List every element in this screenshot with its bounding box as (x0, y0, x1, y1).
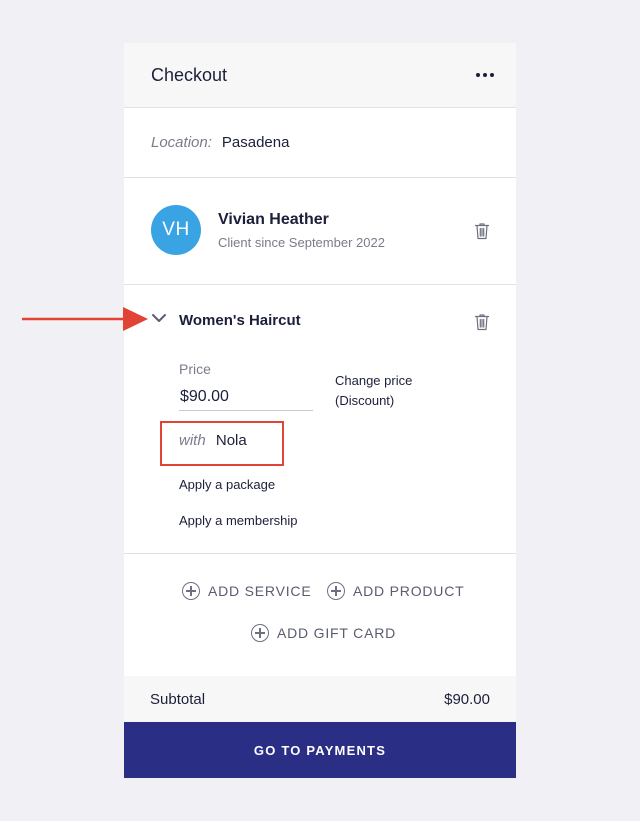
client-name[interactable]: Vivian Heather (218, 211, 329, 229)
more-options-icon[interactable] (476, 67, 494, 83)
add-service-label: ADD SERVICE (208, 583, 312, 599)
location-value: Pasadena (221, 134, 290, 151)
location-row[interactable]: Location: Pasadena (124, 108, 516, 178)
price-input[interactable] (179, 383, 313, 411)
subtotal-value: $90.00 (444, 690, 490, 708)
chevron-down-icon[interactable] (151, 311, 167, 325)
add-service-button[interactable]: ADD SERVICE (182, 582, 311, 600)
plus-circle-icon (182, 582, 200, 600)
subtotal-label: Subtotal (150, 690, 206, 708)
checkout-panel: Checkout Location: Pasadena VH Vivian He… (124, 43, 516, 778)
add-actions: ADD SERVICE ADD PRODUCT ADD GIFT CARD (124, 554, 516, 676)
remove-client-trash-icon[interactable] (474, 222, 490, 240)
subtotal-row: Subtotal $90.00 (124, 676, 516, 722)
plus-circle-icon (251, 624, 269, 642)
client-avatar[interactable]: VH (151, 205, 201, 255)
add-product-button[interactable]: ADD PRODUCT (327, 582, 464, 600)
go-to-payments-button[interactable]: GO TO PAYMENTS (124, 722, 516, 778)
add-product-label: ADD PRODUCT (353, 583, 465, 599)
plus-circle-icon (327, 582, 345, 600)
location-label: Location: (151, 134, 212, 151)
client-card: VH Vivian Heather Client since September… (124, 178, 516, 285)
remove-service-trash-icon[interactable] (474, 313, 490, 331)
add-gift-card-label: ADD GIFT CARD (277, 625, 397, 641)
apply-package-link[interactable]: Apply a package (179, 477, 275, 492)
price-label: Price (179, 361, 211, 377)
page-title: Checkout (151, 64, 228, 85)
change-price-line2: (Discount) (335, 393, 395, 408)
change-price-line1: Change price (335, 373, 413, 388)
add-gift-card-button[interactable]: ADD GIFT CARD (251, 624, 396, 642)
checkout-header: Checkout (124, 43, 516, 108)
apply-membership-link[interactable]: Apply a membership (179, 513, 298, 528)
annotation-arrow-icon (22, 307, 148, 331)
service-name: Women's Haircut (179, 312, 301, 329)
annotation-highlight-box (160, 421, 284, 466)
client-since: Client since September 2022 (218, 235, 385, 250)
service-item: Women's Haircut Price Change price (Disc… (124, 285, 516, 554)
change-price-link[interactable]: Change price (Discount) (335, 371, 445, 411)
